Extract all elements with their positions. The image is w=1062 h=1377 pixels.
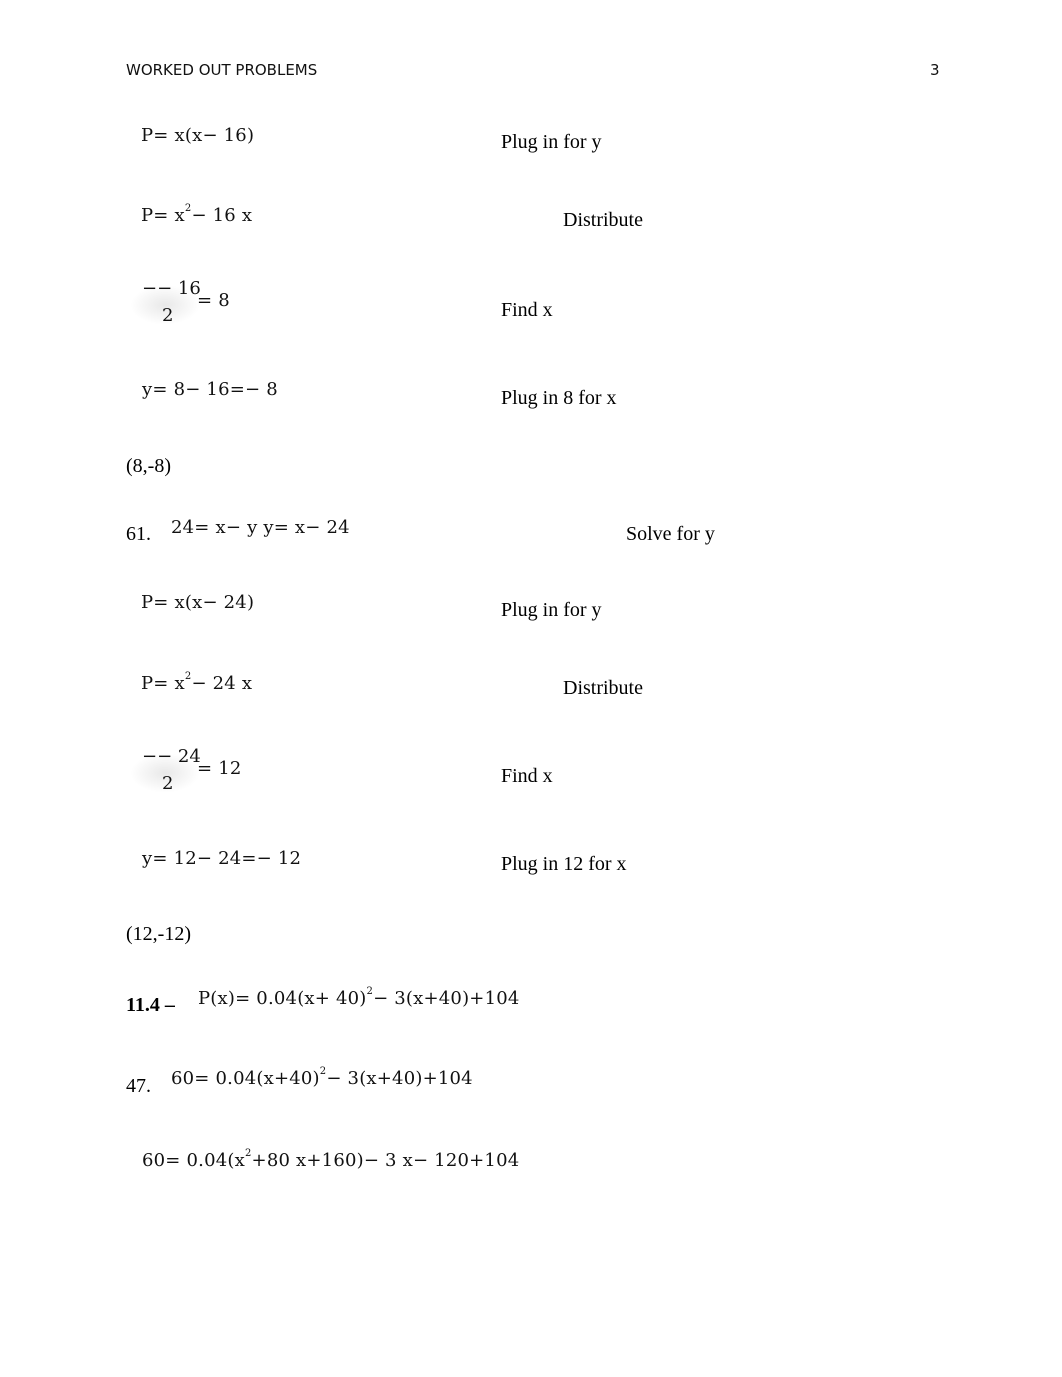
step-note: Distribute [563, 677, 643, 699]
step-note: Find x [501, 299, 553, 321]
exponent: 2 [184, 203, 192, 214]
equation-part: P= x [141, 673, 185, 694]
equation-part: +80 x+160)− 3 x− 120+104 [251, 1150, 520, 1171]
problem-equation: 60= 0.04(x+40)2− 3(x+40)+104 [171, 1066, 473, 1089]
equation-part: P= x [141, 205, 185, 226]
equation-step: y= 12− 24=− 12 [142, 848, 302, 869]
equation-part: − 24 x [191, 673, 253, 694]
equation-part: P(x)= 0.04(x+ 40) [198, 988, 367, 1009]
step-note: Distribute [563, 209, 643, 231]
equation-part: 60= 0.04(x [142, 1150, 245, 1171]
exponent: 2 [319, 1066, 327, 1077]
exponent: 2 [184, 671, 192, 682]
section-label: 11.4 – [126, 994, 175, 1016]
fraction-result: = 8 [197, 290, 230, 311]
step-note: Plug in for y [501, 599, 602, 621]
problem-equation: 24= x− y y= x− 24 [171, 517, 350, 538]
fraction-numerator: −− 16 [142, 278, 201, 299]
result-point: (12,-12) [126, 923, 191, 945]
step-note: Find x [501, 765, 553, 787]
equation-step: P= x2− 24 x [141, 671, 253, 694]
step-note: Plug in for y [501, 131, 602, 153]
problem-number: 61. [126, 523, 151, 545]
section-function: P(x)= 0.04(x+ 40)2− 3(x+40)+104 [198, 986, 520, 1009]
equation-step: P= x(x− 24) [141, 592, 255, 613]
fraction-denominator: 2 [162, 305, 174, 326]
equation-part: − 16 x [191, 205, 253, 226]
result-point: (8,-8) [126, 455, 171, 477]
step-note: Plug in 8 for x [501, 387, 617, 409]
equation-step: P= x(x− 16) [141, 125, 255, 146]
exponent: 2 [244, 1148, 252, 1159]
page-number: 3 [930, 61, 940, 79]
fraction-denominator: 2 [162, 773, 174, 794]
equation-part: − 3(x+40)+104 [326, 1068, 473, 1089]
exponent: 2 [366, 986, 374, 997]
equation-part: 60= 0.04(x+40) [171, 1068, 320, 1089]
problem-number: 47. [126, 1075, 151, 1097]
step-note: Plug in 12 for x [501, 853, 627, 875]
fraction-result: = 12 [197, 758, 242, 779]
fraction-numerator: −− 24 [142, 746, 201, 767]
running-header-title: WORKED OUT PROBLEMS [126, 61, 318, 79]
equation-step: y= 8− 16=− 8 [142, 379, 278, 400]
step-note: Solve for y [626, 523, 715, 545]
equation-step: 60= 0.04(x2+80 x+160)− 3 x− 120+104 [142, 1148, 520, 1171]
equation-step: P= x2− 16 x [141, 203, 253, 226]
equation-part: − 3(x+40)+104 [373, 988, 520, 1009]
